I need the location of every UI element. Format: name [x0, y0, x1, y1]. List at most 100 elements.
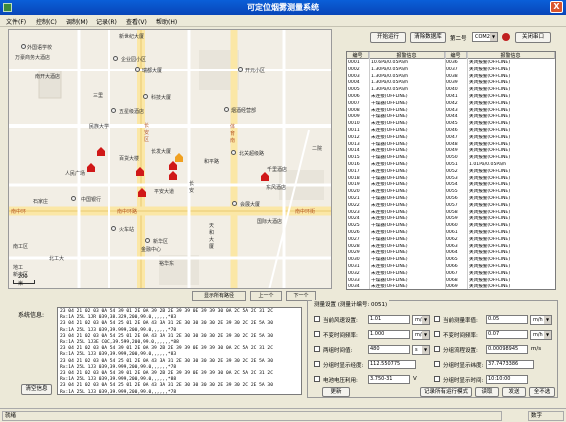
- map-roads: [9, 30, 331, 288]
- close-port-button[interactable]: 关闭串口: [515, 32, 551, 43]
- param-label: 不变时间频率:: [323, 333, 358, 339]
- checkbox[interactable]: [434, 331, 440, 337]
- console-output[interactable]: 23 04 21 02 03 0A 54 39 01 2E 0A 39 2B 2…: [57, 307, 302, 395]
- poi-icon: [224, 107, 229, 112]
- param-input[interactable]: 0.00098945: [486, 345, 528, 354]
- map-label: 石家庄: [33, 199, 49, 205]
- clear-info-button[interactable]: 清空信息: [21, 384, 52, 395]
- param-input[interactable]: 0.05: [486, 315, 528, 324]
- map-label: 外国语学校: [27, 45, 53, 51]
- checkbox[interactable]: [434, 346, 440, 352]
- map-label: 长发大厦: [151, 149, 172, 155]
- checkbox[interactable]: [314, 346, 320, 352]
- table-row[interactable]: 0034 未连接(OFFLINE) 0069 关闭报警(OFFLINE): [347, 284, 555, 290]
- map-label: 南开大酒店: [35, 74, 61, 80]
- param-input[interactable]: 1.000: [368, 330, 410, 339]
- map-label: 和平路: [204, 159, 220, 165]
- alarm-table[interactable]: 编号 报警信息 编号 报警信息 0001 10.6Pa/0.05Pa/h 0036 关…: [346, 51, 556, 290]
- alarm-marker-icon[interactable]: [136, 167, 144, 176]
- checkbox[interactable]: [314, 331, 320, 337]
- poi-icon: [143, 94, 148, 99]
- send-button[interactable]: 发送: [502, 387, 526, 397]
- param-input[interactable]: 0.07: [486, 330, 528, 339]
- time-input[interactable]: 10:10:00: [486, 375, 528, 384]
- poi-icon: [111, 226, 116, 231]
- menu-help[interactable]: 帮助(H): [156, 17, 177, 26]
- checkbox[interactable]: [434, 376, 440, 382]
- map-label: 平安大道: [154, 189, 175, 195]
- map-label: 五星级酒店: [119, 109, 145, 115]
- alarm-marker-icon[interactable]: [87, 163, 95, 172]
- map-label: 东风酒店: [266, 185, 287, 191]
- update-button[interactable]: 更新: [322, 387, 350, 397]
- map-label: 民族大学: [89, 124, 110, 130]
- map-label: 万豪商务大酒店: [15, 55, 51, 61]
- map-label: 金融中心: [141, 247, 162, 253]
- map-label: 国际大酒店: [257, 219, 283, 225]
- checkbox[interactable]: [434, 361, 440, 367]
- map-label: 南中环路: [117, 209, 138, 215]
- clear-database-button[interactable]: 清除数据库: [410, 32, 446, 43]
- menu-modulate[interactable]: 调制(M): [66, 17, 88, 26]
- poi-icon: [21, 44, 26, 49]
- alarm-marker-icon[interactable]: [138, 188, 146, 197]
- table-cell: 0069: [446, 284, 458, 290]
- alarm-marker-icon[interactable]: [97, 147, 105, 156]
- param-label: 当前测量率值:: [443, 318, 478, 324]
- checkbox[interactable]: [314, 361, 320, 367]
- map-label: 会展大厦: [240, 202, 261, 208]
- poi-icon: [238, 67, 243, 72]
- menu-file[interactable]: 文件(F): [6, 17, 26, 26]
- table-cell: 未连接(OFFLINE): [371, 284, 408, 290]
- param-input[interactable]: 3.750-31: [368, 375, 410, 384]
- read-button[interactable]: 读取: [475, 387, 499, 397]
- menu-control[interactable]: 控制(C): [36, 17, 57, 26]
- unit-select[interactable]: m/h ▼: [530, 330, 552, 340]
- status-mode: 数字: [528, 411, 564, 421]
- checkbox[interactable]: [314, 376, 320, 382]
- start-button[interactable]: 开始运行: [370, 32, 406, 43]
- unit-select[interactable]: m/h ▼: [530, 315, 552, 325]
- poi-icon: [135, 67, 140, 72]
- alarm-marker-icon[interactable]: [169, 161, 177, 170]
- unit-select[interactable]: m/s ▼: [412, 315, 430, 325]
- map-view[interactable]: 外国语学校 新世纪大厦 万豪商务大酒店 企业园小区 南开大酒店 瑞都大厦 开元小…: [8, 29, 332, 289]
- table-cell: 关闭报警(OFFLINE): [469, 284, 511, 290]
- unit-select[interactable]: s ▼: [412, 345, 430, 355]
- mode-button[interactable]: 记录所有运行模式: [420, 387, 472, 397]
- console-label: 系统信息:: [18, 312, 45, 319]
- param-label: 分组时显示经度:: [323, 363, 364, 369]
- latitude-input[interactable]: 37.7473386: [486, 360, 534, 369]
- param-label: 当前风速设置:: [323, 318, 358, 324]
- param-label: 分组时显示纬度:: [443, 363, 484, 369]
- menu-record[interactable]: 记录(R): [96, 17, 117, 26]
- unit-select[interactable]: m/s ▼: [412, 330, 430, 340]
- map-label: 开元小区: [245, 68, 266, 74]
- com-port-select[interactable]: COM2 ▼: [472, 32, 498, 42]
- close-button[interactable]: X: [550, 1, 563, 13]
- alarm-marker-icon[interactable]: [169, 171, 177, 180]
- map-label: 长安区: [144, 123, 150, 143]
- checkbox[interactable]: [434, 316, 440, 322]
- map-label: 中国银行: [81, 197, 102, 203]
- select-none-button[interactable]: 全不选: [529, 387, 555, 397]
- map-label: 天和大厦: [209, 223, 215, 250]
- param-input[interactable]: 1.01: [368, 315, 410, 324]
- selected-marker-icon[interactable]: [175, 153, 183, 162]
- settings-title: 测量设置 (测量计编号: 0051): [312, 300, 390, 308]
- param-input[interactable]: 480: [368, 345, 410, 354]
- map-label: 新华区: [153, 239, 169, 245]
- map-label: 三里: [93, 93, 104, 99]
- longitude-input[interactable]: 112.550775: [368, 360, 416, 369]
- checkbox[interactable]: [314, 316, 320, 322]
- map-label: 体育南: [230, 124, 236, 144]
- map-label: 新世纪大厦: [119, 34, 145, 40]
- menu-view[interactable]: 查看(V): [126, 17, 147, 26]
- show-all-paths-button[interactable]: 显示所有路径: [192, 291, 246, 301]
- unit-label: m/s: [531, 346, 542, 352]
- poi-icon: [71, 196, 76, 201]
- prev-button[interactable]: 上一个: [250, 291, 282, 301]
- poi-icon: [111, 108, 116, 113]
- alarm-marker-icon[interactable]: [261, 172, 269, 181]
- map-label: 南中环: [11, 209, 27, 215]
